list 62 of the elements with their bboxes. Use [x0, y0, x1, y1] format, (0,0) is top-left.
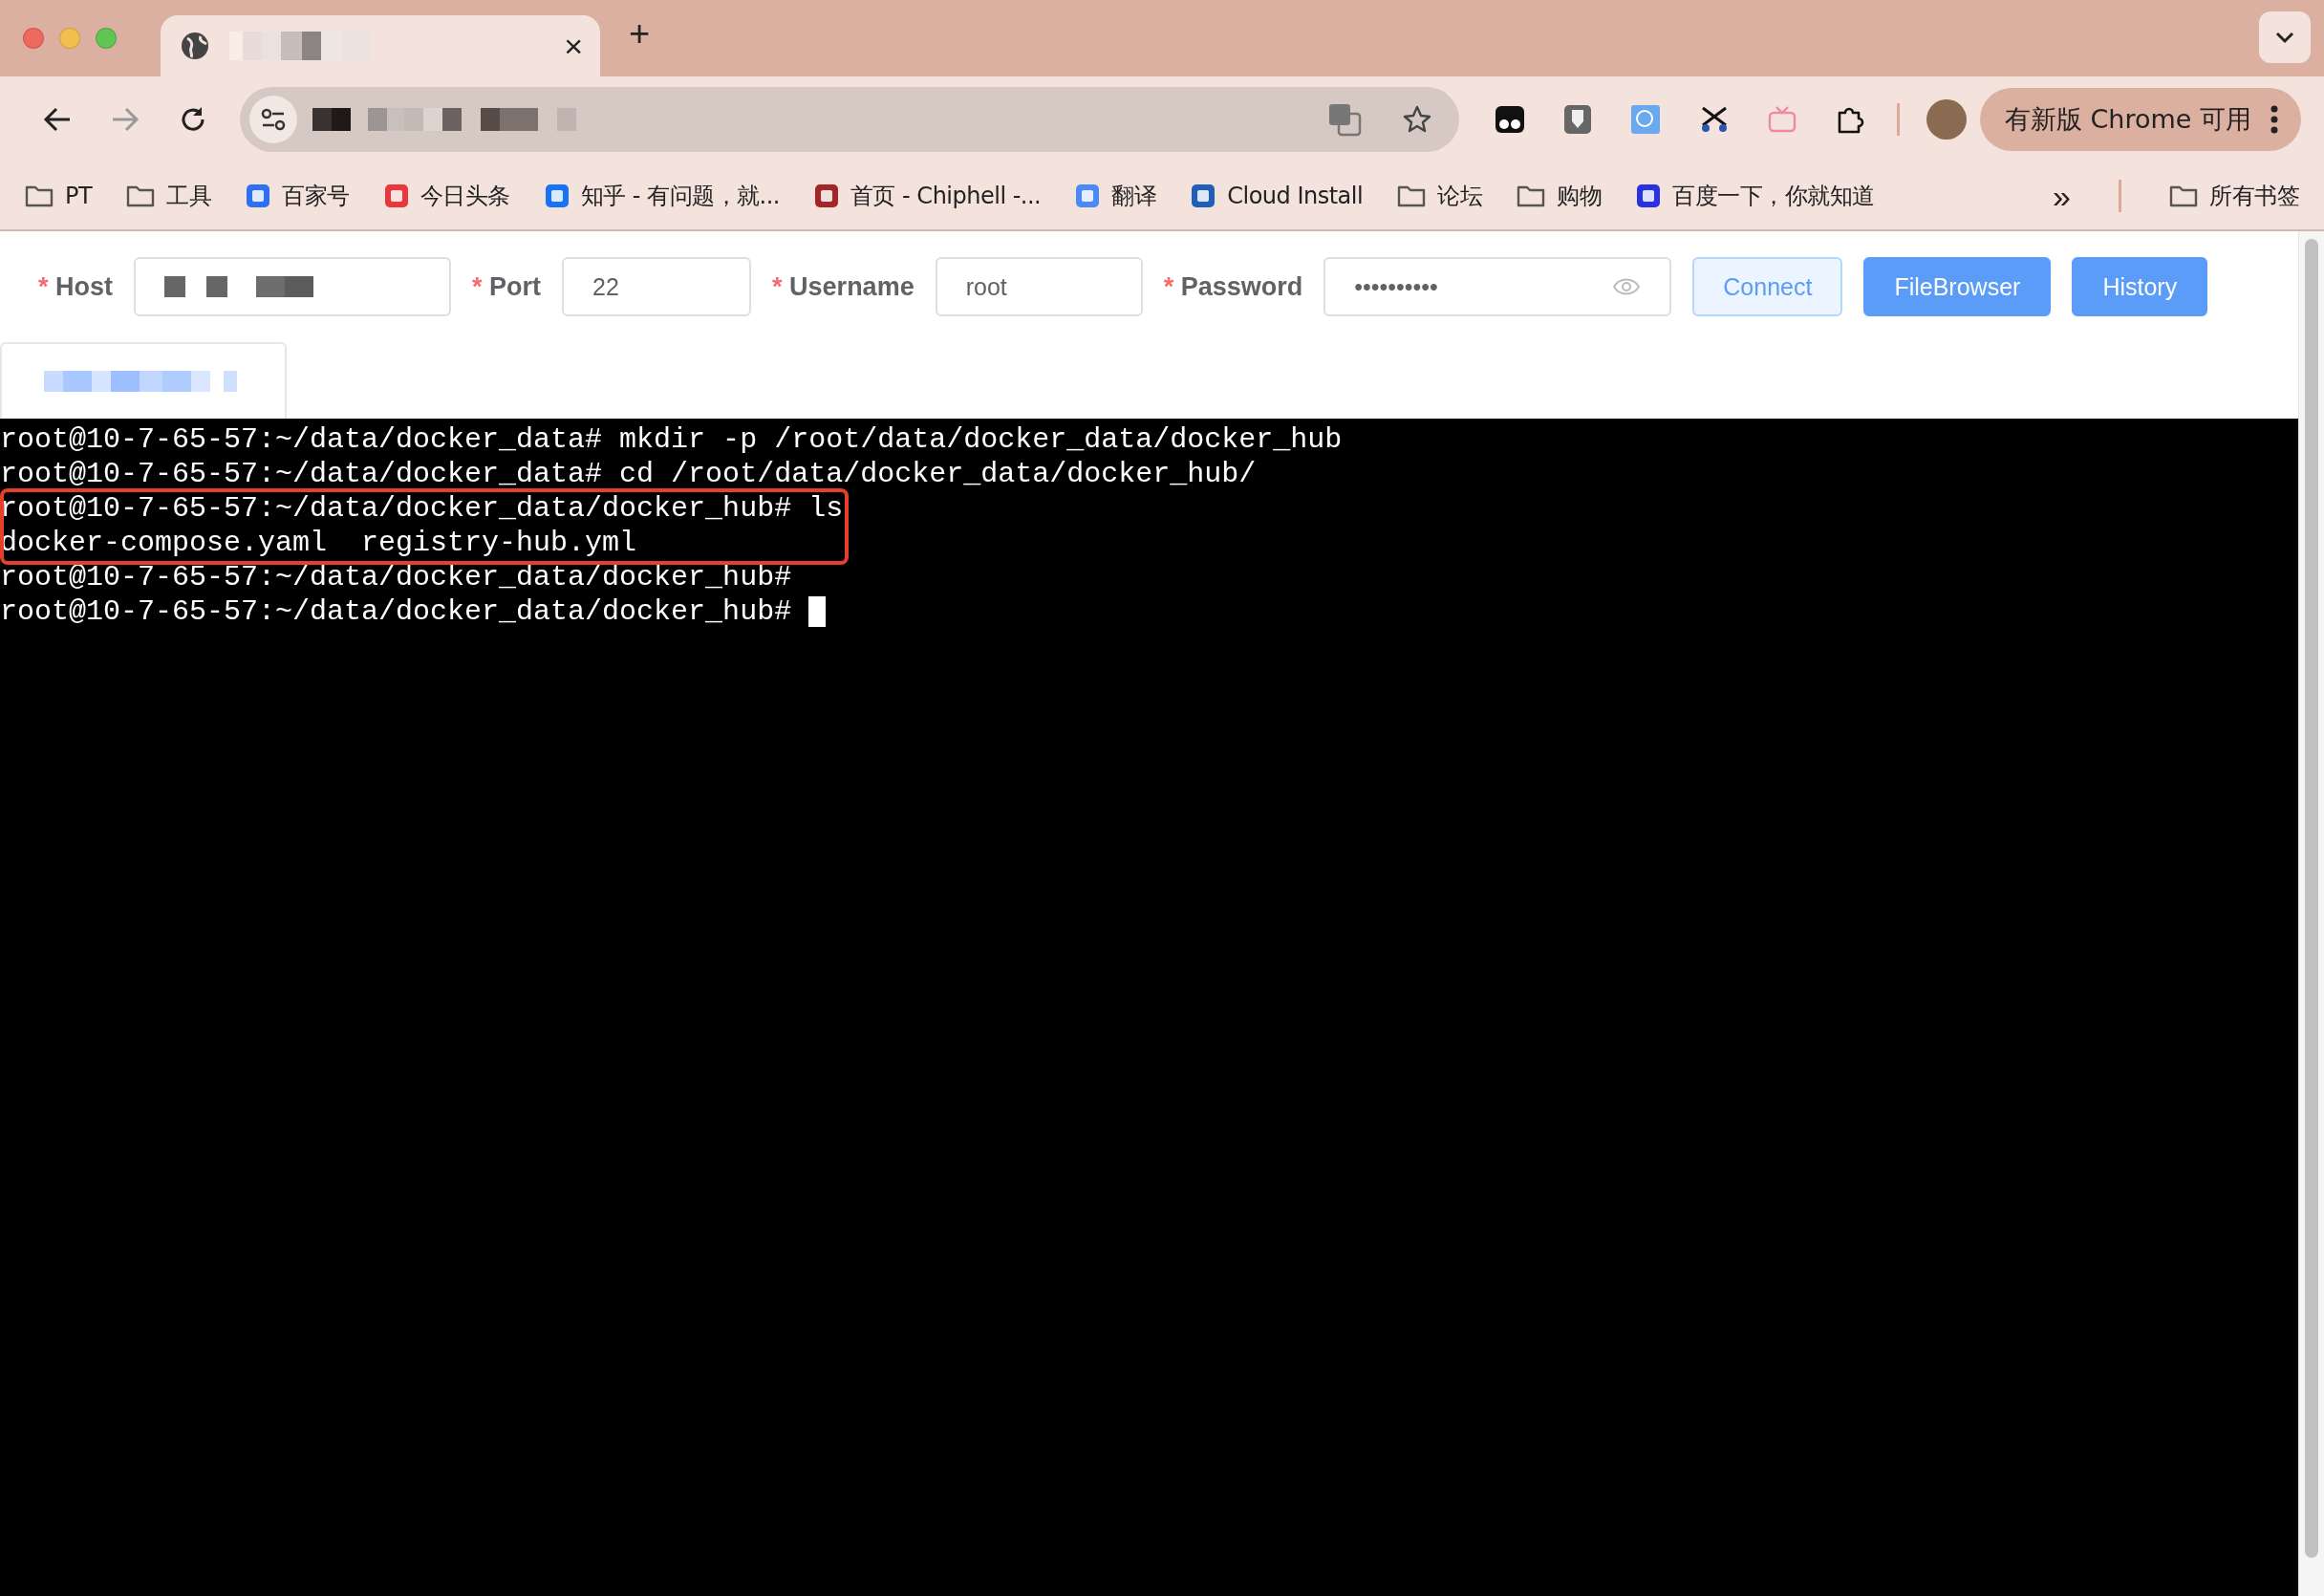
tab-search-button[interactable] — [2259, 11, 2311, 63]
bookmark-label: 翻译 — [1111, 182, 1157, 211]
close-icon[interactable]: × — [564, 27, 583, 65]
arrow-right-icon — [110, 106, 140, 133]
bookmark[interactable]: 百家号 — [246, 181, 350, 211]
bookmark-label: 工具 — [166, 182, 212, 211]
bookmark[interactable]: Cloud Install — [1191, 183, 1364, 209]
terminal-line: root@10-7-65-57:~/data/docker_data/docker_hub# — [0, 594, 2298, 629]
bookmark-label: 所有书签 — [2209, 182, 2299, 211]
field-label: * Host — [38, 271, 114, 302]
folder-icon — [2169, 184, 2198, 207]
eye-icon[interactable] — [1612, 277, 1642, 296]
folder-icon — [126, 184, 156, 207]
folder-icon — [1517, 184, 1546, 207]
folder-icon — [25, 184, 54, 207]
field-label: * Username — [772, 271, 915, 302]
chevron-down-icon — [2274, 31, 2295, 44]
bookmark-label: 首页 - Chiphell -... — [850, 182, 1042, 211]
terminal-line: root@10-7-65-57:~/data/docker_data# mkdir -p /root/data/docker_data/docker_hub — [0, 422, 1344, 457]
bookmark-label: Cloud Install — [1227, 183, 1364, 209]
bookmark[interactable]: 知乎 - 有问题，就... — [544, 181, 780, 211]
translate-icon[interactable] — [1326, 102, 1362, 137]
terminal-line: root@10-7-65-57:~/data/docker_data# cd /root/data/docker_data/docker_hub/ — [0, 457, 1258, 491]
input-field[interactable]: 22 — [562, 257, 752, 316]
bookmark[interactable]: 翻译 — [1075, 181, 1157, 211]
site-settings-icon[interactable] — [249, 96, 298, 143]
bookmark[interactable]: 首页 - Chiphell -... — [813, 181, 1042, 211]
bookmark-label: PT — [65, 183, 93, 209]
bookmark[interactable]: 购物 — [1517, 181, 1603, 211]
bookmark[interactable]: 百度一下，你就知道 — [1636, 181, 1875, 211]
folder-icon — [1397, 184, 1427, 207]
field-label: * Port — [472, 271, 542, 302]
menu-icon — [2270, 105, 2278, 134]
session-tab[interactable] — [0, 342, 287, 419]
update-chrome-button[interactable]: 有新版 Chrome 可用 — [1979, 88, 2301, 151]
star-icon[interactable] — [1401, 104, 1432, 135]
avatar[interactable] — [1926, 99, 1967, 140]
globe-icon — [180, 31, 210, 61]
input-field[interactable] — [134, 257, 452, 316]
input-field[interactable]: root — [935, 257, 1143, 316]
bookmark[interactable]: 论坛 — [1397, 181, 1483, 211]
bookmark[interactable]: 今日头条 — [383, 181, 510, 211]
arrow-left-icon — [42, 106, 72, 133]
terminal-line: docker-compose.yaml registry-hub.yml — [0, 526, 638, 560]
bookmark-label: 知乎 - 有问题，就... — [580, 182, 780, 211]
bookmark-label: 百度一下，你就知道 — [1672, 182, 1875, 211]
more-bookmarks-button[interactable]: » — [2053, 177, 2071, 215]
scrollbar[interactable] — [2298, 231, 2324, 1596]
bookmark-label: 论坛 — [1437, 182, 1483, 211]
terminal-line: root@10-7-65-57:~/data/docker_data/docker_hub# ls — [0, 491, 845, 526]
bookmark-label: 购物 — [1557, 182, 1603, 211]
field-label: * Password — [1163, 271, 1303, 302]
new-tab-button[interactable]: + — [629, 12, 651, 54]
terminal-line: root@10-7-65-57:~/data/docker_data/docker_hub# — [0, 560, 793, 594]
browser-tab[interactable]: × — [161, 15, 600, 76]
close-window-button[interactable] — [23, 28, 44, 49]
bookmark[interactable]: 工具 — [126, 181, 212, 211]
bookmark-label: 今日头条 — [420, 182, 510, 211]
bookmark-label: 百家号 — [282, 182, 350, 211]
bookmark[interactable]: PT — [25, 183, 93, 209]
bookmark[interactable]: 所有书签 — [2169, 181, 2299, 211]
input-field[interactable]: •••••••••• — [1323, 257, 1672, 316]
